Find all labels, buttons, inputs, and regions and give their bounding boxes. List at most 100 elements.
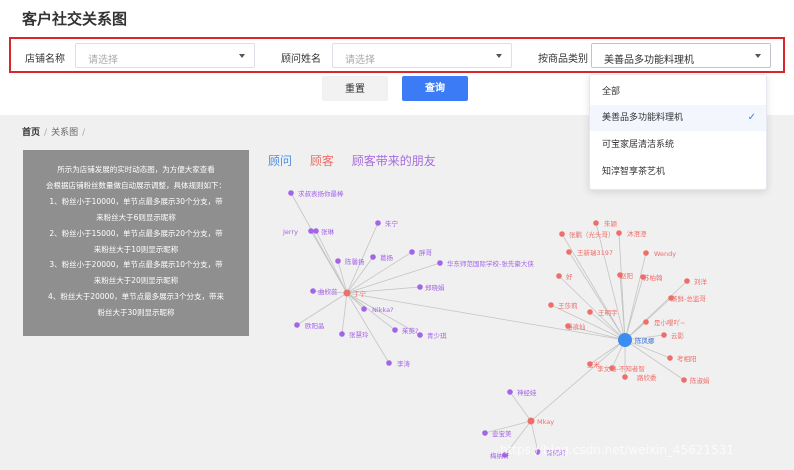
chevron-down-icon — [239, 54, 245, 58]
advisor-node[interactable] — [618, 333, 632, 347]
customer-label: 陈淑娟 — [690, 376, 710, 385]
friend-label: 胖哥 — [419, 248, 433, 257]
shop-name-select[interactable]: 请选择 — [75, 43, 255, 68]
chevron-down-icon — [755, 54, 761, 58]
friend-label: 求叔表扬你最棒 — [298, 189, 344, 198]
advisor-label: 陈凤娜 — [635, 336, 655, 345]
friend-node[interactable] — [417, 284, 423, 290]
graph-link — [530, 339, 626, 422]
customer-node[interactable] — [548, 302, 554, 308]
customer-label: 考相阳 — [677, 354, 697, 363]
friend-node[interactable] — [335, 258, 341, 264]
customer-label: 沐澄澄 — [627, 229, 647, 238]
customer-node[interactable] — [667, 355, 673, 361]
customer-node[interactable] — [661, 332, 667, 338]
reset-button[interactable]: 重置 — [322, 76, 388, 101]
category-select[interactable]: 美善品多功能料理机 — [591, 43, 771, 68]
customer-label: 王新瑞3197 — [577, 248, 613, 257]
graph-link — [296, 292, 348, 326]
friend-label: 华东师范国际学校-张先豪大侠 — [447, 259, 534, 268]
friend-node[interactable] — [361, 306, 367, 312]
category-dropdown: 全部 美善品多功能料理机 ✓ 可宝家居清洁系统 知淳智享茶艺机 — [589, 74, 767, 190]
customer-node[interactable] — [587, 309, 593, 315]
friend-label: Nikka? — [372, 306, 394, 314]
friend-label: 郑晓娟 — [425, 283, 445, 292]
friend-node[interactable] — [409, 249, 415, 255]
graph-link — [624, 276, 644, 341]
graph-link — [624, 252, 647, 341]
customer-hub-node[interactable] — [343, 289, 351, 297]
customer-label: 漫浪仙 — [566, 322, 586, 331]
customer-label: 李文瑞-不知者智 — [597, 364, 645, 373]
advisor-name-placeholder: 请选择 — [345, 55, 375, 66]
customer-node[interactable] — [593, 220, 599, 226]
graph-link — [346, 292, 390, 364]
friend-label: 陈馨扬 — [345, 257, 365, 266]
customer-label: 赵阳 — [620, 271, 633, 280]
friend-label: 壶宝美 — [492, 429, 512, 438]
friend-node[interactable] — [339, 331, 345, 337]
friend-node[interactable] — [417, 332, 423, 338]
customer-node[interactable] — [684, 278, 690, 284]
customer-label: 张鹏（光头哥） — [569, 230, 615, 239]
customer-node[interactable] — [559, 231, 565, 237]
advisor-name-select[interactable]: 请选择 — [332, 43, 512, 68]
friend-label: 青少琪 — [427, 331, 447, 340]
customer-label: 王明宇 — [598, 308, 618, 317]
customer-hub-label: Mkay — [537, 418, 554, 426]
customer-node[interactable] — [616, 230, 622, 236]
customer-label: 苏柏翰 — [643, 273, 663, 282]
friend-label: 欧阳晶 — [305, 321, 325, 330]
watermark: https://blog.csdn.net/weixin_45621531 — [500, 443, 735, 457]
friend-label: Jerry — [282, 228, 298, 236]
graph-link — [315, 230, 348, 294]
customer-label: 蒸鲜-总监哥 — [671, 294, 706, 303]
friend-node[interactable] — [308, 228, 314, 234]
customer-hub-label: 丁宁 — [353, 289, 367, 298]
page-title: 客户社交关系图 — [22, 10, 128, 28]
friend-node[interactable] — [288, 190, 294, 196]
customer-node[interactable] — [643, 319, 649, 325]
friend-node[interactable] — [375, 220, 381, 226]
shop-name-label: 店铺名称 — [25, 54, 65, 65]
friend-node[interactable] — [294, 322, 300, 328]
graph-link — [310, 230, 348, 294]
dropdown-option-all[interactable]: 全部 — [590, 79, 766, 105]
customer-node[interactable] — [622, 374, 628, 380]
friend-label: 葛扬 — [380, 253, 394, 262]
customer-label: 朱颖 — [604, 219, 618, 228]
friend-node[interactable] — [386, 360, 392, 366]
friend-node[interactable] — [392, 327, 398, 333]
dropdown-option[interactable]: 可宝家居清洁系统 — [590, 132, 766, 158]
category-label: 按商品类别 — [538, 54, 588, 65]
customer-node[interactable] — [556, 273, 562, 279]
customer-label: 路欣委 — [637, 373, 657, 382]
friend-label: 朱宁 — [385, 219, 399, 228]
customer-label: 好 — [566, 272, 573, 281]
customer-label: 云影 — [671, 331, 685, 340]
graph-link — [341, 292, 348, 335]
friend-node[interactable] — [313, 228, 319, 234]
friend-node[interactable] — [310, 288, 316, 294]
friend-label: 张慧玲 — [349, 330, 369, 339]
customer-label: 王莎莉 — [558, 301, 578, 310]
shop-name-placeholder: 请选择 — [88, 55, 118, 66]
dropdown-option-label: 美善品多功能料理机 — [602, 113, 684, 123]
check-icon: ✓ — [747, 112, 756, 123]
dropdown-option-selected[interactable]: 美善品多功能料理机 ✓ — [590, 105, 766, 131]
customer-node[interactable] — [681, 377, 687, 383]
friend-node[interactable] — [370, 254, 376, 260]
customer-hub-node[interactable] — [527, 417, 535, 425]
filter-bar: 店铺名称 请选择 顾问姓名 请选择 按商品类别 美善品多功能料理机 — [9, 37, 785, 73]
friend-node[interactable] — [482, 430, 488, 436]
category-value: 美善品多功能料理机 — [604, 55, 694, 66]
dropdown-option[interactable]: 知淳智享茶艺机 — [590, 159, 766, 185]
customer-label: 是小嘤吖~ — [654, 318, 685, 327]
query-button[interactable]: 查询 — [402, 76, 468, 101]
customer-node[interactable] — [566, 249, 572, 255]
friend-node[interactable] — [437, 260, 443, 266]
friend-label: 神经娃 — [517, 388, 537, 397]
friend-node[interactable] — [507, 389, 513, 395]
customer-node[interactable] — [643, 250, 649, 256]
friend-label: 茱萸? — [402, 326, 418, 335]
